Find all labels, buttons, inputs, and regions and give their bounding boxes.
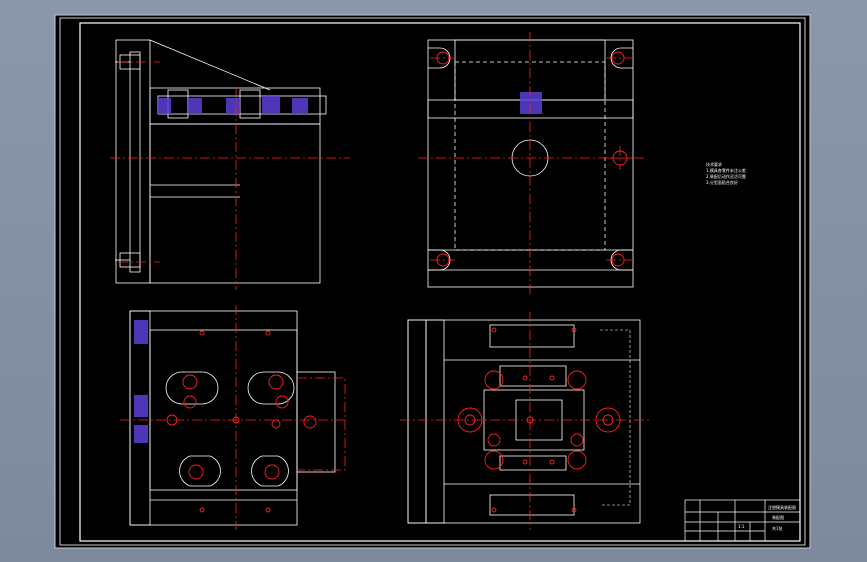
tech-note-3: 2.装配后动作灵活可靠 (706, 173, 746, 179)
title-block-sheet: 共1张 (772, 525, 783, 531)
tech-note-4: 3.分型面贴合良好 (706, 179, 738, 185)
cad-viewport[interactable]: 技术要求 1.模具各零件未注公差 2.装配后动作灵活可靠 3.分型面贴合良好 注… (0, 0, 867, 562)
top-view-hatch (520, 92, 542, 114)
title-block-title: 注塑模具装配图 (768, 504, 796, 510)
tech-note-2: 1.模具各零件未注公差 (706, 167, 746, 173)
title-block-scale: 1:1 (738, 524, 745, 529)
tech-note-1: 技术要求 (706, 161, 722, 167)
title-block-subtitle: 装配图 (772, 514, 784, 520)
